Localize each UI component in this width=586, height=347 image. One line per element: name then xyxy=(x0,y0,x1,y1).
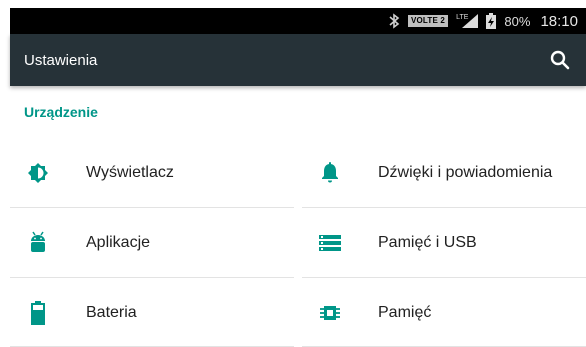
battery-icon xyxy=(26,300,50,325)
signal-icon: LTE xyxy=(456,13,479,28)
settings-item-label: Bateria xyxy=(86,303,137,321)
network-type: LTE xyxy=(456,13,469,21)
status-bar: VOLTE 2 LTE 80% 18:10 xyxy=(10,8,586,34)
settings-item-label: Dźwięki i powiadomienia xyxy=(378,163,553,181)
settings-item-label: Pamięć i USB xyxy=(378,233,477,251)
settings-item-sound-notifications[interactable]: Dźwięki i powiadomienia xyxy=(302,138,586,207)
section-header-device: Urządzenie xyxy=(24,104,98,120)
settings-item-display[interactable]: Wyświetlacz xyxy=(10,138,294,207)
page-title: Ustawienia xyxy=(24,51,98,69)
settings-item-label: Aplikacje xyxy=(86,233,151,251)
volte-badge: VOLTE 2 xyxy=(407,15,449,27)
settings-item-storage-usb[interactable]: Pamięć i USB xyxy=(302,208,586,277)
battery-charging-icon xyxy=(486,13,497,29)
bluetooth-icon xyxy=(388,13,400,29)
memory-icon xyxy=(318,301,342,325)
settings-item-label: Wyświetlacz xyxy=(86,163,174,181)
clock: 18:10 xyxy=(540,12,578,30)
android-icon xyxy=(26,231,50,255)
brightness-icon xyxy=(26,161,50,185)
settings-item-apps[interactable]: Aplikacje xyxy=(10,208,294,277)
storage-icon xyxy=(318,231,342,255)
bell-icon xyxy=(318,161,342,185)
search-icon xyxy=(550,50,570,70)
battery-percent: 80% xyxy=(504,13,531,29)
search-button[interactable] xyxy=(548,48,572,72)
settings-item-label: Pamięć xyxy=(378,303,432,321)
settings-item-memory[interactable]: Pamięć xyxy=(302,278,586,347)
settings-item-battery[interactable]: Bateria xyxy=(10,278,294,347)
app-toolbar: Ustawienia xyxy=(10,34,586,86)
